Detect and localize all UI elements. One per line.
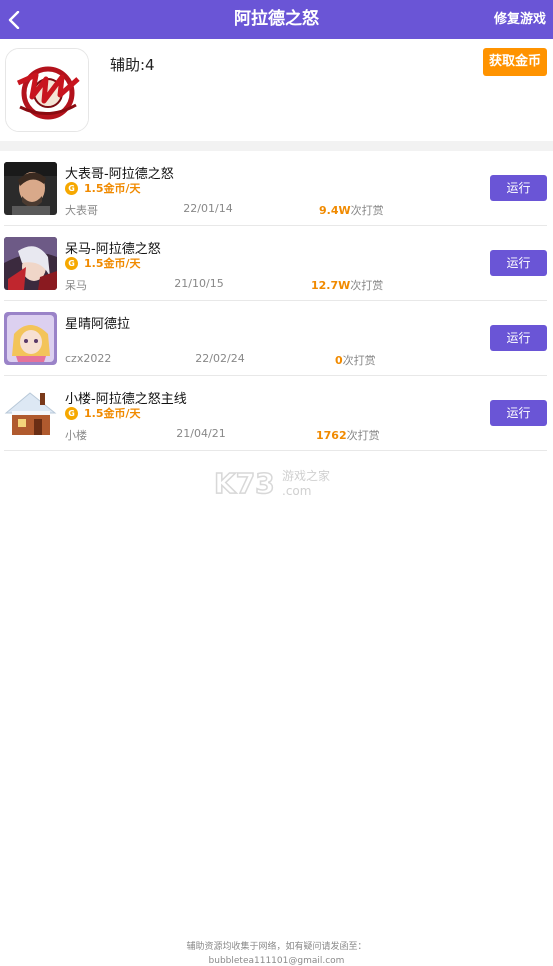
script-author: 小楼: [65, 429, 87, 442]
list-item[interactable]: 小楼-阿拉德之怒主线 G 1.5金币/天 小楼 21/04/21 1762次打赏…: [4, 376, 547, 451]
script-author: czx2022: [65, 352, 112, 365]
footer-note: 辅助资源均收集于网络，如有疑问请发函至： bubbletea111101@gma…: [0, 940, 553, 966]
script-author: 大表哥: [65, 204, 98, 217]
list-item[interactable]: 呆马-阿拉德之怒 G 1.5金币/天 呆马 21/10/15 12.7W次打赏 …: [4, 226, 547, 301]
game-info-panel: 辅助:4 获取金币: [0, 39, 553, 141]
tip-count-suffix: 次打赏: [350, 204, 384, 217]
script-price: G 1.5金币/天: [65, 181, 141, 195]
script-date: 22/01/14: [183, 202, 233, 215]
game-app-icon: [5, 48, 89, 132]
script-name: 星晴阿德拉: [65, 317, 131, 332]
repair-game-button[interactable]: 修复游戏: [494, 0, 546, 39]
run-button[interactable]: 运行: [490, 325, 547, 351]
author-avatar: [4, 237, 57, 290]
script-author: 呆马: [65, 279, 87, 292]
script-date: 21/04/21: [176, 427, 226, 440]
tip-count-suffix: 次打赏: [350, 279, 384, 292]
price-label: 1.5金币/天: [84, 257, 141, 270]
tip-count: 0次打赏: [335, 352, 376, 368]
watermark-site-name: 游戏之家: [282, 468, 330, 483]
run-button[interactable]: 运行: [490, 400, 547, 426]
tip-count-suffix: 次打赏: [346, 429, 380, 442]
coin-icon: G: [65, 256, 78, 270]
chevron-left-icon: [8, 10, 20, 29]
footer-line-1: 辅助资源均收集于网络，如有疑问请发函至：: [186, 942, 367, 952]
run-button[interactable]: 运行: [490, 250, 547, 276]
coin-icon: G: [65, 406, 78, 420]
script-price: G 1.5金币/天: [65, 406, 141, 420]
price-label: 1.5金币/天: [84, 407, 141, 420]
tip-count: 9.4W次打赏: [319, 202, 384, 218]
tip-count-value: 9.4W: [319, 204, 351, 217]
section-divider: [0, 141, 553, 151]
script-list: 大表哥-阿拉德之怒 G 1.5金币/天 大表哥 22/01/14 9.4W次打赏…: [0, 151, 553, 451]
page-title: 阿拉德之怒: [234, 9, 319, 29]
top-bar: 阿拉德之怒 修复游戏: [0, 0, 553, 39]
helper-count: 辅助:4: [110, 56, 155, 74]
list-item[interactable]: 星晴阿德拉 czx2022 22/02/24 0次打赏 运行: [4, 301, 547, 376]
list-item[interactable]: 大表哥-阿拉德之怒 G 1.5金币/天 大表哥 22/01/14 9.4W次打赏…: [4, 151, 547, 226]
author-avatar: [4, 162, 57, 215]
watermark-logo: K73 游戏之家 .com: [213, 466, 344, 501]
run-button[interactable]: 运行: [490, 175, 547, 201]
back-button[interactable]: [0, 0, 28, 39]
script-price: G 1.5金币/天: [65, 256, 141, 270]
tip-count: 12.7W次打赏: [311, 277, 383, 293]
script-date: 22/02/24: [195, 352, 245, 365]
tip-count: 1762次打赏: [316, 427, 380, 443]
author-avatar: [4, 387, 57, 440]
price-label: 1.5金币/天: [84, 182, 141, 195]
tip-count-value: 1762: [316, 429, 347, 442]
author-avatar: [4, 312, 57, 365]
get-coins-button[interactable]: 获取金币: [483, 48, 547, 76]
footer-email: bubbletea111101@gmail.com: [208, 956, 345, 966]
watermark-logo-text: K73: [214, 467, 275, 500]
coin-icon: G: [65, 181, 78, 195]
script-date: 21/10/15: [174, 277, 224, 290]
tip-count-value: 12.7W: [311, 279, 351, 292]
tip-count-value: 0: [335, 354, 343, 367]
watermark-domain: .com: [282, 484, 311, 498]
tip-count-suffix: 次打赏: [342, 354, 376, 367]
